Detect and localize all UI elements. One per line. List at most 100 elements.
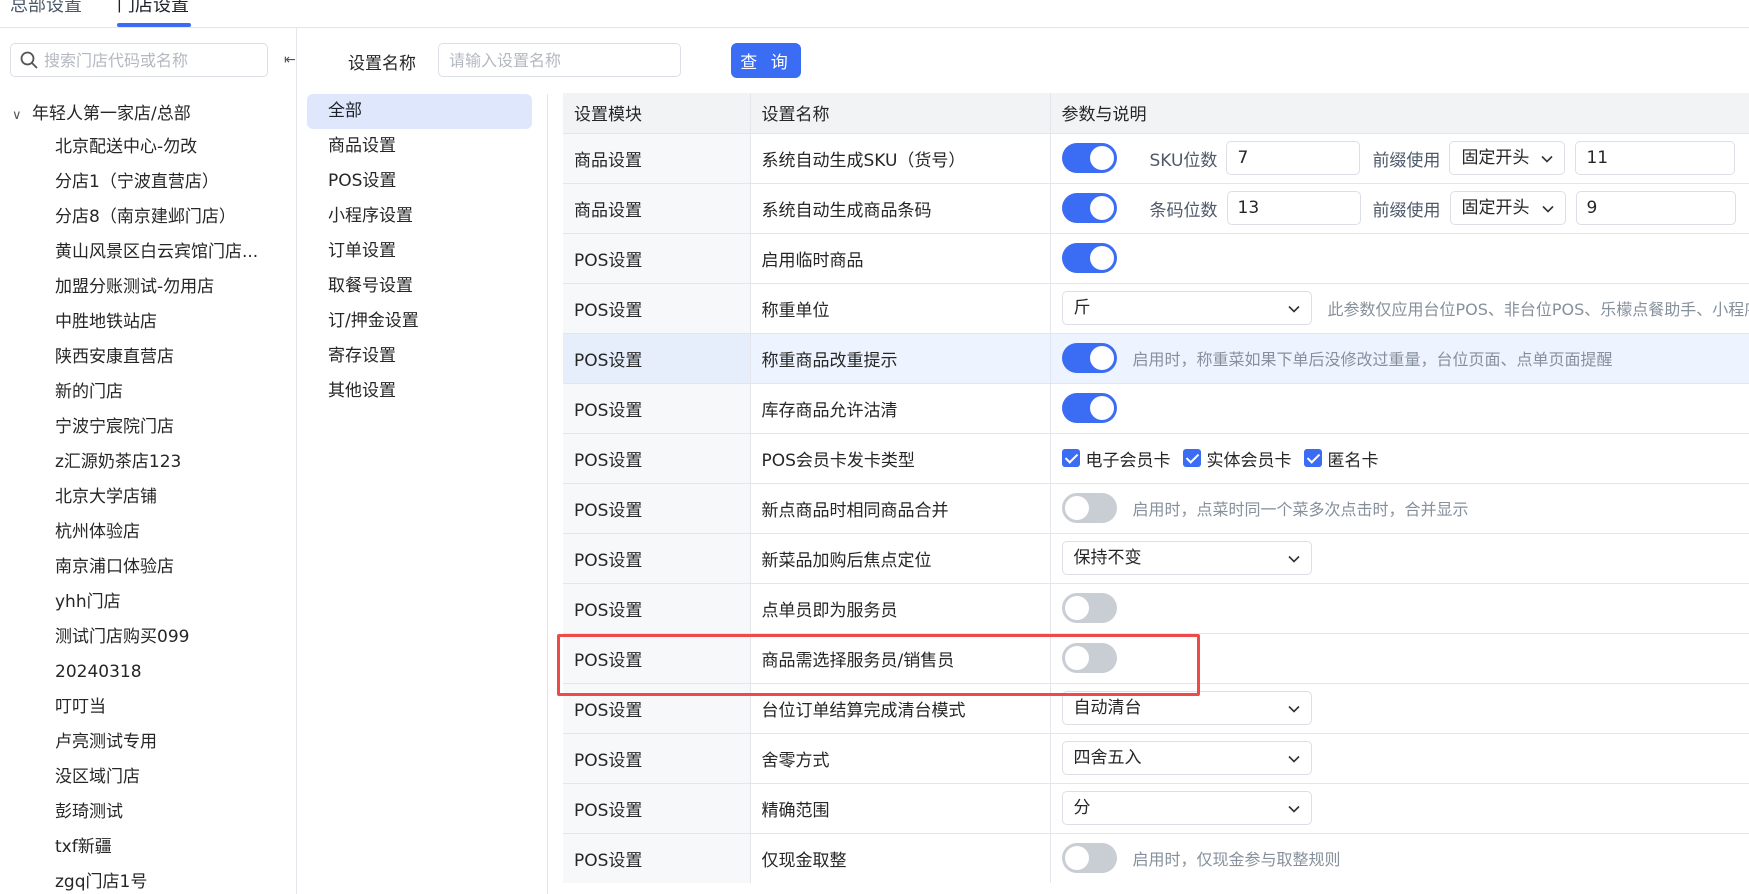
param-description: 此参数仅应用台位POS、非台位POS、乐檬点餐助手、小程序 [1327,300,1749,319]
category-item[interactable]: POS设置 [307,164,532,199]
collapse-panel-icon[interactable]: ⇤ [284,49,298,71]
toggle-switch[interactable] [1061,843,1117,874]
table-header-row: 设置模块 设置名称 参数与说明 [563,93,1749,133]
toggle-switch[interactable] [1061,593,1117,623]
table-row: POS设置 POS会员卡发卡类型 电子会员卡 实体会员卡 匿名卡 [563,432,1749,483]
chevron-down-icon[interactable]: ∨ [12,100,32,132]
cell-setting-name: POS会员卡发卡类型 [750,432,1051,483]
param-description: 启用时，点菜时同一个菜多次点击时，合并显示 [1132,500,1469,519]
cell-params: 条码位数 前缀使用固定开头 [1050,182,1749,233]
cell-params: 启用时，点菜时同一个菜多次点击时，合并显示 [1050,482,1749,533]
table-row: 商品设置系统自动生成商品条码 条码位数 前缀使用固定开头 [563,182,1749,233]
table-row: POS设置 台位订单结算完成清台模式 自动清台 [563,682,1749,733]
option-select-value: 自动清台 [1073,698,1142,718]
table-row: 商品设置系统自动生成SKU（货号） SKU位数 前缀使用固定开头 [563,132,1749,183]
cell-module: POS设置 [563,482,751,533]
cell-params [1050,382,1749,433]
checkbox-checked-icon [1182,449,1201,467]
tree-store-item[interactable]: 没区域门店 [55,760,258,795]
cell-setting-name: 称重商品改重提示 [750,332,1051,383]
settings-table: 设置模块 设置名称 参数与说明 商品设置系统自动生成SKU（货号）SKU位数前缀… [563,93,1749,883]
active-tab-indicator [117,23,191,27]
chevron-down-icon [1287,705,1300,713]
category-item[interactable]: 订/押金设置 [307,304,532,339]
tree-store-item[interactable]: yhh门店 [55,585,258,620]
cell-setting-name: 新菜品加购后焦点定位 [750,532,1051,583]
option-select-value: 斤 [1073,298,1091,318]
tree-store-item[interactable]: 宁波宁宸院门店 [55,410,258,445]
table-row: POS设置 点单员即为服务员 [563,582,1749,633]
cell-setting-name: 库存商品允许沽清 [750,382,1051,433]
cell-module: POS设置 [563,432,751,483]
checkbox[interactable]: 匿名卡 [1303,446,1379,471]
table-row: POS设置 启用临时商品 [563,232,1749,283]
tree-store-item[interactable]: 分店8（南京建邺门店） [55,200,258,235]
cell-setting-name: 新点商品时相同商品合并 [750,482,1051,533]
category-item[interactable]: 全部 [307,94,532,129]
tree-store-item[interactable]: txf新疆 [55,830,258,865]
checkbox[interactable]: 电子会员卡 [1061,446,1171,471]
category-item[interactable]: 寄存设置 [307,339,532,374]
cell-params [1050,632,1749,683]
tree-store-item[interactable]: 南京浦口体验店 [55,550,258,585]
category-item[interactable]: 小程序设置 [307,199,532,234]
tree-store-item[interactable]: z汇源奶茶店123 [55,445,258,480]
option-select-value: 四舍五入 [1073,748,1142,768]
tree-store-item[interactable]: 分店1（宁波直营店） [55,165,258,200]
cell-params: 启用时，仅现金参与取整规则 [1050,832,1749,883]
tree-store-item[interactable]: 中胜地铁站店 [55,305,258,340]
toggle-switch[interactable] [1061,343,1117,373]
category-item[interactable]: 订单设置 [307,234,532,269]
toggle-switch[interactable] [1061,193,1117,223]
toggle-switch[interactable] [1061,243,1117,273]
tree-store-item[interactable]: 卢亮测试专用 [55,725,258,760]
tree-store-item[interactable]: 20240318 [55,655,258,690]
tree-store-item[interactable]: 陕西安康直营店 [55,340,258,375]
digits-input[interactable] [1226,141,1361,175]
toggle-switch[interactable] [1061,493,1117,523]
option-select[interactable]: 斤 [1061,291,1312,325]
query-button[interactable]: 查 询 [731,43,801,78]
option-select[interactable]: 保持不变 [1061,541,1312,575]
table-row: POS设置 舍零方式 四舍五入 [563,732,1749,783]
tree-store-item[interactable]: 叮叮当 [55,690,258,725]
tree-store-item[interactable]: 彭琦测试 [55,795,258,830]
toggle-switch[interactable] [1061,143,1117,173]
tree-store-item[interactable]: 北京配送中心-勿改 [55,130,258,165]
tree-store-item[interactable]: 测试门店购买099 [55,620,258,655]
toggle-switch[interactable] [1061,643,1117,673]
tree-root-node[interactable]: ∨ 年轻人第一家店/总部 [12,98,191,130]
tree-store-item[interactable]: 加盟分账测试-勿用店 [55,270,258,305]
tree-store-item[interactable]: zgq门店1号 [55,865,258,894]
category-item[interactable]: 商品设置 [307,129,532,164]
category-item[interactable]: 取餐号设置 [307,269,532,304]
tab-store-settings[interactable]: 门店设置 [117,0,189,17]
cell-params [1050,232,1749,283]
prefix-mode-select[interactable]: 固定开头 [1449,141,1566,175]
checkbox[interactable]: 实体会员卡 [1182,446,1292,471]
prefix-mode-select[interactable]: 固定开头 [1449,191,1566,225]
tree-store-item[interactable]: 北京大学店铺 [55,480,258,515]
option-select[interactable]: 自动清台 [1061,691,1312,725]
top-tab-bar: 总部设置 门店设置 [0,0,1749,28]
digits-label: 条码位数 [1149,200,1218,221]
setting-name-input[interactable] [438,43,681,77]
cell-setting-name: 系统自动生成SKU（货号） [750,132,1051,183]
table-row: POS设置 商品需选择服务员/销售员 [563,632,1749,683]
store-search-input[interactable] [44,44,264,76]
cell-module: POS设置 [563,382,751,433]
tree-store-item[interactable]: 新的门店 [55,375,258,410]
tree-store-item[interactable]: 杭州体验店 [55,515,258,550]
prefix-value-input[interactable] [1575,141,1736,175]
option-select-value: 保持不变 [1073,548,1142,568]
option-select[interactable]: 四舍五入 [1061,741,1312,775]
checkbox-label: 电子会员卡 [1085,450,1171,471]
tree-store-item[interactable]: 黄山风景区白云宾馆门店... [55,235,258,270]
prefix-value-input[interactable] [1575,191,1736,225]
digits-input[interactable] [1226,191,1361,225]
toggle-switch[interactable] [1061,393,1117,423]
tab-headquarters-settings[interactable]: 总部设置 [10,0,82,17]
category-item[interactable]: 其他设置 [307,374,532,409]
option-select[interactable]: 分 [1061,791,1312,825]
cell-setting-name: 称重单位 [750,282,1051,333]
